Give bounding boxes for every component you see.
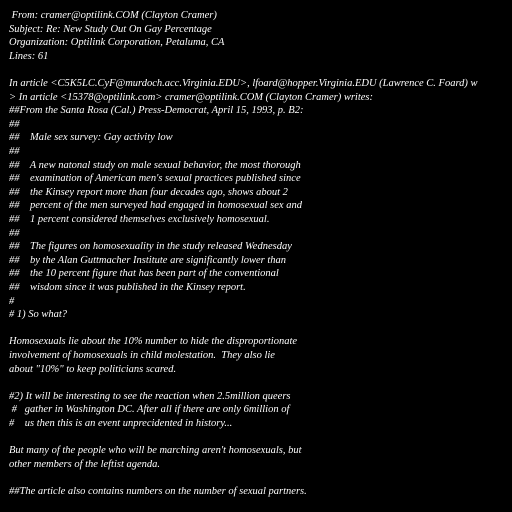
message-line: From: cramer@optilink.COM (Clayton Crame… [9, 10, 217, 21]
message-line: ##From the Santa Rosa (Cal.) Press-Democ… [9, 105, 304, 117]
message-line: Subject: Re: New Study Out On Gay Percen… [9, 23, 212, 35]
message-line: other members of the leftist agenda. [9, 458, 161, 470]
message-line: ## the Kinsey report more than four deca… [9, 186, 288, 198]
message-line: Lines: 61 [9, 50, 49, 62]
message-line: #2) It will be interesting to see the re… [9, 390, 291, 402]
message-line: Homosexuals lie about the 10% number to … [9, 336, 298, 348]
message-line: ## wisdom since it was published in the … [9, 282, 246, 293]
message-line: about "10%" to keep politicians scared. [9, 363, 177, 375]
message-line: Organization: Optilink Corporation, Peta… [9, 37, 225, 49]
message-line: ## The figures on homosexuality in the s… [9, 241, 292, 253]
message-line: # us then this is an event unprecidented… [9, 418, 233, 429]
message-line: # 1) So what? [9, 309, 68, 321]
message-line: # [9, 295, 15, 307]
message-line: > In article <15378@optilink.com> cramer… [9, 91, 373, 103]
message-line: But many of the people who will be march… [9, 445, 302, 457]
message-line: involvement of homosexuals in child mole… [9, 350, 275, 361]
message-line: ## [9, 146, 20, 157]
message-line: ## Male sex survey: Gay activity low [9, 132, 173, 144]
message-line: ## 1 percent considered themselves exclu… [9, 214, 270, 225]
message-line: In article <C5K5LC.CyF@murdoch.acc.Virgi… [9, 78, 478, 89]
newsgroup-message: From: cramer@optilink.COM (Clayton Crame… [0, 0, 512, 512]
message-line: ## A new natonal study on male sexual be… [9, 159, 301, 171]
message-line: # gather in Washington DC. After all if … [9, 404, 290, 416]
message-line: ## [9, 227, 20, 239]
message-line: ## examination of American men's sexual … [9, 173, 301, 185]
message-line: ##The article also contains numbers on t… [9, 486, 307, 497]
message-line: ## [9, 118, 20, 130]
message-line: ## percent of the men surveyed had engag… [9, 200, 302, 212]
message-line: ## the 10 percent figure that has been p… [9, 268, 279, 280]
message-line: ## by the Alan Guttmacher Institute are … [9, 254, 287, 266]
